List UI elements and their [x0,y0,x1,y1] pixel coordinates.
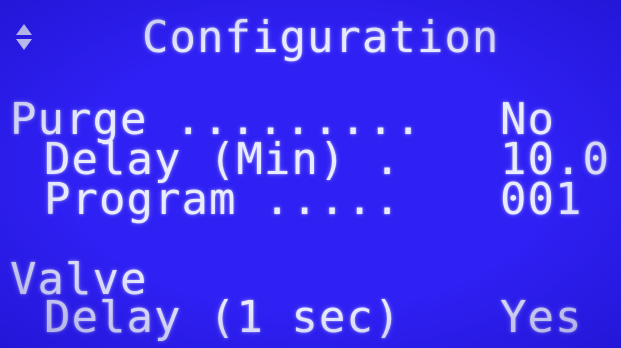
valve-delay-value[interactable]: Yes [500,296,582,340]
up-down-arrows-icon[interactable] [16,24,32,50]
program-label: Program ..... [44,174,402,225]
valve-delay-label: Delay (1 sec) [44,292,402,343]
lcd-screen: Configuration Purge ......... No Delay (… [0,0,621,348]
program-value[interactable]: 001 [500,178,582,222]
screen-title: Configuration [142,12,500,63]
